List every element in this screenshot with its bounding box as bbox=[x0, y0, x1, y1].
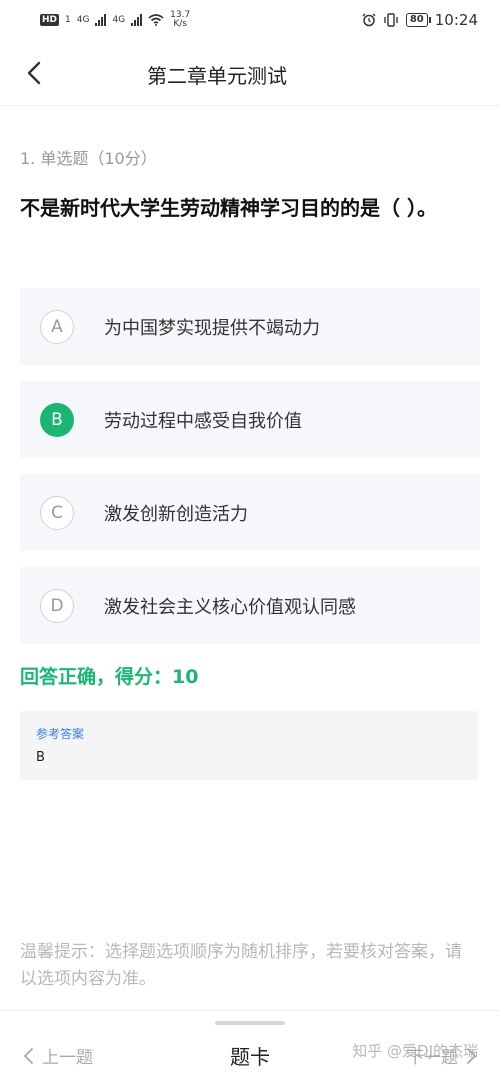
option-b-letter: B bbox=[40, 402, 74, 437]
question-meta: 1. 单选题（10分） bbox=[20, 149, 157, 168]
reference-answer-box: 参考答案 B bbox=[20, 711, 478, 780]
vibrate-icon bbox=[384, 13, 398, 27]
reference-answer-label: 参考答案 bbox=[36, 727, 85, 741]
drag-handle[interactable] bbox=[215, 1021, 285, 1025]
option-a-text: 为中国梦实现提供不竭动力 bbox=[104, 317, 320, 339]
signal-icon bbox=[131, 14, 143, 26]
result-text: 回答正确，得分：10 bbox=[20, 666, 199, 688]
prev-question-button[interactable]: 上一题 bbox=[22, 1043, 93, 1068]
prev-chevron-icon bbox=[24, 1047, 33, 1064]
status-bar: HD 1 4G 4G 13.7 K/s 80 10:24 bbox=[0, 0, 500, 40]
wifi-icon bbox=[148, 14, 164, 26]
battery-icon: 80 bbox=[405, 13, 431, 27]
option-d-text: 激发社会主义核心价值观认同感 bbox=[104, 596, 356, 618]
option-a[interactable]: A 为中国梦实现提供不竭动力 bbox=[20, 288, 480, 365]
speed-unit: K/s bbox=[173, 19, 187, 29]
network-type-2: 4G bbox=[112, 15, 126, 25]
network-speed: 13.7 K/s bbox=[170, 11, 190, 29]
option-d-letter: D bbox=[40, 588, 74, 623]
watermark: 知乎 @爱DJ的杰瑞 bbox=[352, 1042, 478, 1060]
page-title: 第二章单元测试 bbox=[147, 64, 287, 88]
prev-question-label: 上一题 bbox=[42, 1048, 93, 1068]
clock: 10:24 bbox=[434, 11, 478, 29]
question-text: 不是新时代大学生劳动精神学习目的的是（ ）。 bbox=[20, 196, 437, 220]
hd-badge: HD bbox=[40, 14, 60, 26]
nav-bar: 第二章单元测试 bbox=[0, 40, 500, 106]
question-card-label[interactable]: 题卡 bbox=[230, 1045, 270, 1069]
option-c-text: 激发创新创造活力 bbox=[104, 503, 248, 525]
status-right: 80 10:24 bbox=[362, 11, 478, 29]
network-type-1: 4G bbox=[76, 15, 90, 25]
signal-icon bbox=[95, 14, 107, 26]
reference-answer-value: B bbox=[36, 750, 45, 765]
hint-text: 温馨提示：选择题选项顺序为随机排序，若要核对答案，请以选项内容为准。 bbox=[20, 942, 462, 989]
sim-indicator: 1 bbox=[65, 15, 71, 25]
option-b[interactable]: B 劳动过程中感受自我价值 bbox=[20, 381, 480, 458]
option-c-letter: C bbox=[40, 495, 74, 530]
alarm-icon bbox=[362, 13, 376, 27]
status-left: HD 1 4G 4G 13.7 K/s bbox=[40, 11, 190, 29]
option-d[interactable]: D 激发社会主义核心价值观认同感 bbox=[20, 567, 480, 644]
option-a-letter: A bbox=[40, 309, 74, 344]
option-c[interactable]: C 激发创新创造活力 bbox=[20, 474, 480, 551]
option-b-text: 劳动过程中感受自我价值 bbox=[104, 410, 302, 432]
